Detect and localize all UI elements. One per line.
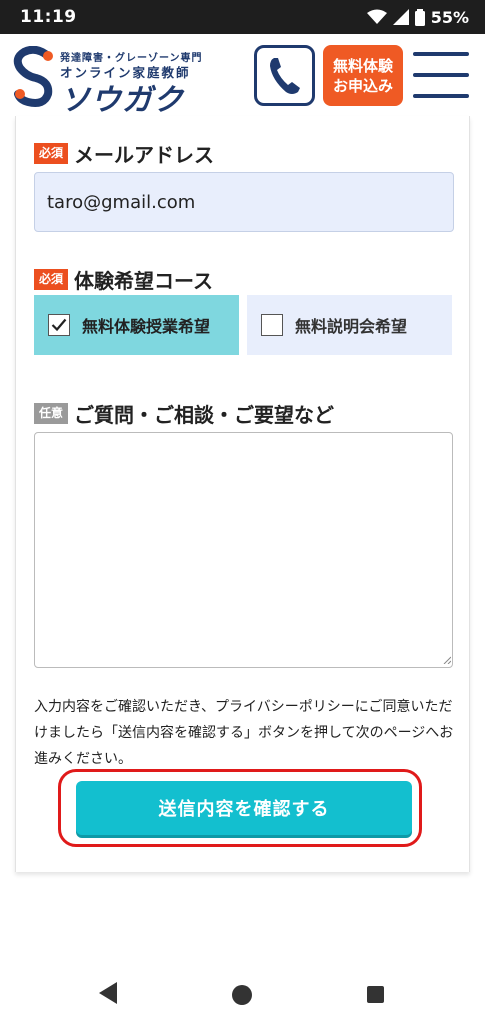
- signal-icon: [392, 9, 409, 25]
- hamburger-line: [413, 52, 469, 56]
- course-option-label: 無料説明会希望: [295, 317, 408, 336]
- site-header: 発達障害・グレーゾーン専門 オンライン家庭教師 ソウガク 無料体験 お申込み: [0, 34, 485, 118]
- logo-mark-icon: [13, 46, 53, 107]
- checkmark-icon: [51, 318, 67, 332]
- course-option-info-session[interactable]: 無料説明会希望: [247, 295, 452, 355]
- free-trial-button[interactable]: 無料体験 お申込み: [323, 45, 403, 106]
- logo-title: ソウガク: [60, 83, 184, 118]
- battery-percent: 55%: [430, 7, 469, 27]
- checkbox-unchecked[interactable]: [261, 314, 283, 336]
- confirm-submit-button[interactable]: 送信内容を確認する: [76, 781, 412, 835]
- questions-textarea[interactable]: [34, 432, 453, 668]
- resize-grip-icon[interactable]: [443, 656, 451, 664]
- back-icon[interactable]: [99, 982, 117, 1004]
- home-icon[interactable]: [232, 985, 252, 1005]
- required-badge: 必須: [34, 269, 69, 290]
- hamburger-line: [413, 73, 469, 77]
- email-label: メールアドレス: [74, 143, 215, 167]
- status-icons: 55%: [366, 7, 469, 27]
- email-label-row: 必須 メールアドレス: [34, 139, 214, 168]
- phone-icon: [269, 57, 300, 94]
- free-trial-line2: お申込み: [332, 76, 393, 95]
- hamburger-menu-button[interactable]: [413, 52, 469, 98]
- privacy-notice: 入力内容をご確認いただき、プライバシーポリシーにご同意いただけましたら「送信内容…: [34, 699, 454, 767]
- questions-label: ご質問・ご相談・ご要望など: [74, 403, 335, 427]
- status-bar: 11:19 55%: [0, 0, 485, 34]
- course-option-trial-lesson[interactable]: 無料体験授業希望: [34, 295, 239, 355]
- checkbox-checked[interactable]: [48, 314, 70, 336]
- phone-button[interactable]: [254, 45, 315, 106]
- site-logo[interactable]: 発達障害・グレーゾーン専門 オンライン家庭教師 ソウガク: [10, 42, 210, 118]
- recent-apps-icon[interactable]: [367, 986, 384, 1003]
- status-time: 11:19: [20, 7, 77, 27]
- system-nav-bar: [0, 960, 485, 1024]
- course-option-label: 無料体験授業希望: [82, 317, 211, 336]
- wifi-icon: [366, 9, 387, 24]
- required-badge: 必須: [34, 143, 69, 164]
- course-label: 体験希望コース: [74, 269, 214, 293]
- form-card: 必須 メールアドレス 必須 体験希望コース 無料体験授業希望 無料説明会希望 任…: [15, 116, 470, 872]
- course-label-row: 必須 体験希望コース: [34, 265, 213, 294]
- hamburger-line: [413, 94, 469, 98]
- questions-label-row: 任意 ご質問・ご相談・ご要望など: [34, 399, 334, 428]
- optional-badge: 任意: [34, 403, 69, 424]
- free-trial-line1: 無料体験: [332, 56, 393, 75]
- email-field[interactable]: [34, 172, 454, 232]
- battery-icon: [414, 8, 425, 26]
